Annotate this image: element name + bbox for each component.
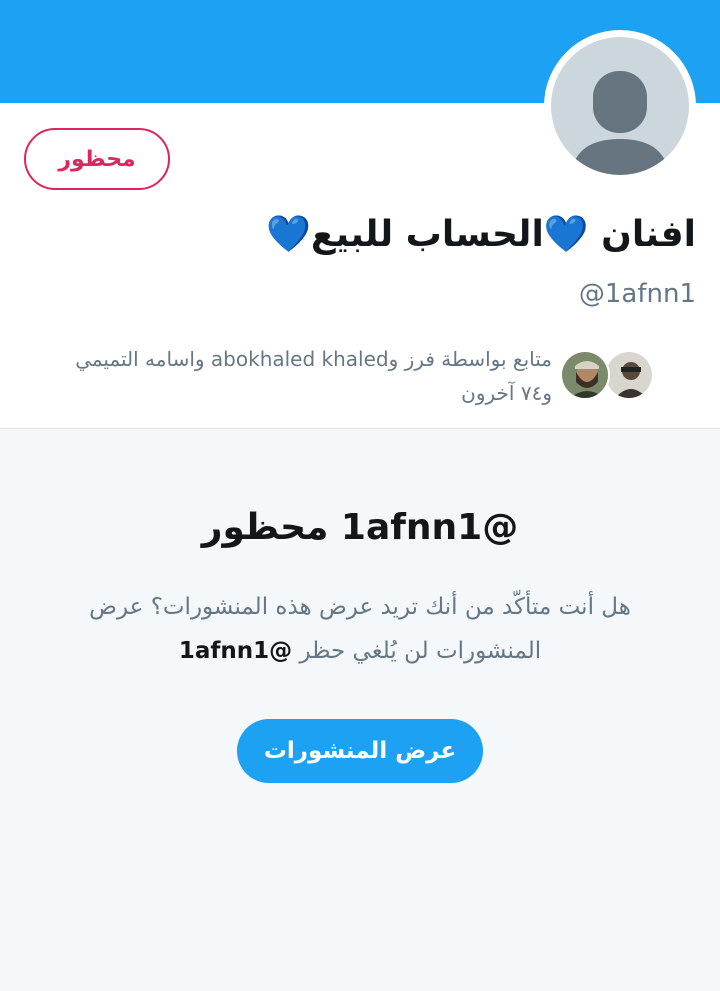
profile-avatar[interactable]: [544, 30, 696, 182]
blocked-button[interactable]: محظور: [24, 128, 170, 190]
view-posts-button[interactable]: عرض المنشورات: [237, 719, 483, 783]
known-followers-avatars[interactable]: [560, 350, 654, 402]
profile-handle: @1afnn1: [578, 279, 696, 309]
blocked-notice-title: @1afnn1 محظور: [201, 507, 519, 548]
known-followers-text[interactable]: متابع بواسطة فرز وabokhaled khaled واسام…: [8, 342, 552, 410]
blocked-notice-description: هل أنت متأكّد من أنك تريد عرض هذه المنشو…: [60, 585, 660, 673]
blocked-notice-text: هل أنت متأكّد من أنك تريد عرض هذه المنشو…: [89, 594, 631, 664]
blocked-notice-handle: @1afnn1: [178, 638, 293, 664]
known-followers-line-1: متابع بواسطة فرز وabokhaled khaled واسام…: [75, 347, 552, 371]
display-name: افنان 💙الحساب للبيع💙: [266, 214, 696, 255]
follower-avatar: [560, 350, 610, 400]
known-followers-line-2: و٧٤ آخرون: [461, 381, 552, 405]
default-avatar-icon: [551, 37, 689, 175]
follower-avatar: [604, 350, 654, 400]
